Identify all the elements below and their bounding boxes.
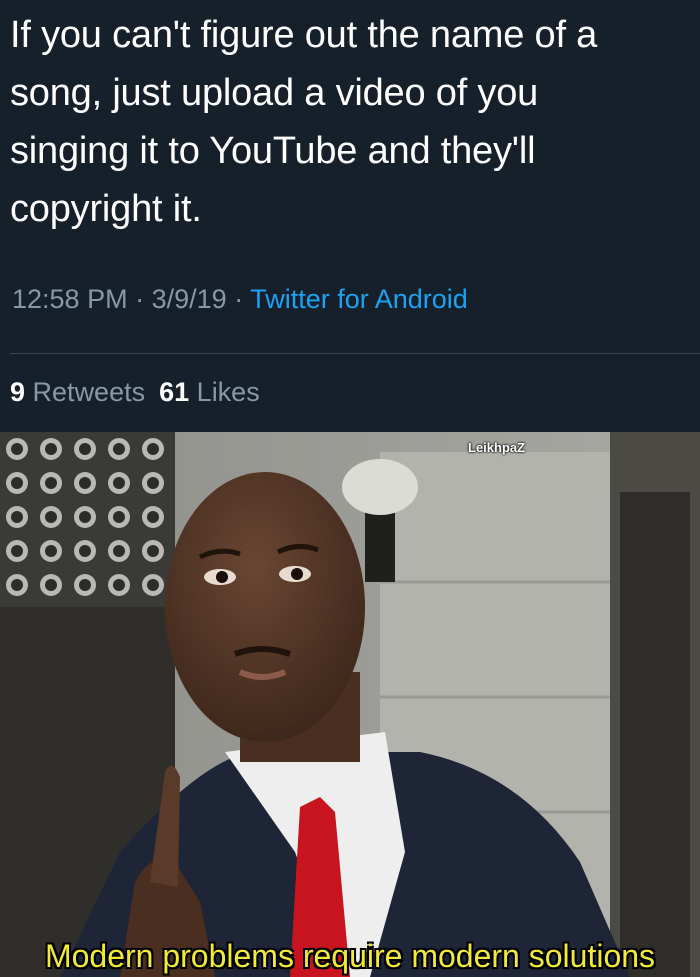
watermark: LeikhpaZ	[468, 440, 526, 455]
tweet-text-line: song, just upload a video of you	[10, 72, 539, 114]
tweet-card: If you can't figure out the name of a so…	[0, 0, 700, 432]
lattice-window	[0, 432, 175, 607]
tweet-text-line: If you can't figure out the name of a	[10, 14, 598, 56]
meme-caption: Modern problems require modern solutions	[44, 938, 656, 974]
retweets-count: 9	[10, 377, 26, 407]
tweet-text: If you can't figure out the name of a so…	[10, 6, 680, 238]
tweet-metadata: 12:58 PM · 3/9/19 · Twitter for Android	[12, 284, 468, 315]
head	[165, 472, 365, 742]
tweet-stats: 9 Retweets 61 Likes	[10, 377, 260, 408]
page: If you can't figure out the name of a so…	[0, 0, 700, 977]
retweets-label: Retweets	[32, 377, 146, 407]
tweet-date: 3/9/19	[151, 284, 227, 314]
divider	[10, 353, 700, 354]
tweet-text-line: copyright it.	[10, 188, 202, 230]
meme-illustration	[0, 432, 700, 977]
tweet-text-line: singing it to YouTube and they'll	[10, 130, 536, 172]
separator: ·	[135, 284, 145, 314]
meme-image: LeikhpaZ Modern problems require modern …	[0, 432, 700, 977]
separator: ·	[234, 284, 244, 314]
tweet-source-link[interactable]: Twitter for Android	[250, 284, 468, 314]
likes-stat[interactable]: 61 Likes	[159, 377, 260, 407]
retweets-stat[interactable]: 9 Retweets	[10, 377, 145, 407]
tweet-time: 12:58 PM	[12, 284, 128, 314]
likes-count: 61	[159, 377, 190, 407]
likes-label: Likes	[196, 377, 260, 407]
